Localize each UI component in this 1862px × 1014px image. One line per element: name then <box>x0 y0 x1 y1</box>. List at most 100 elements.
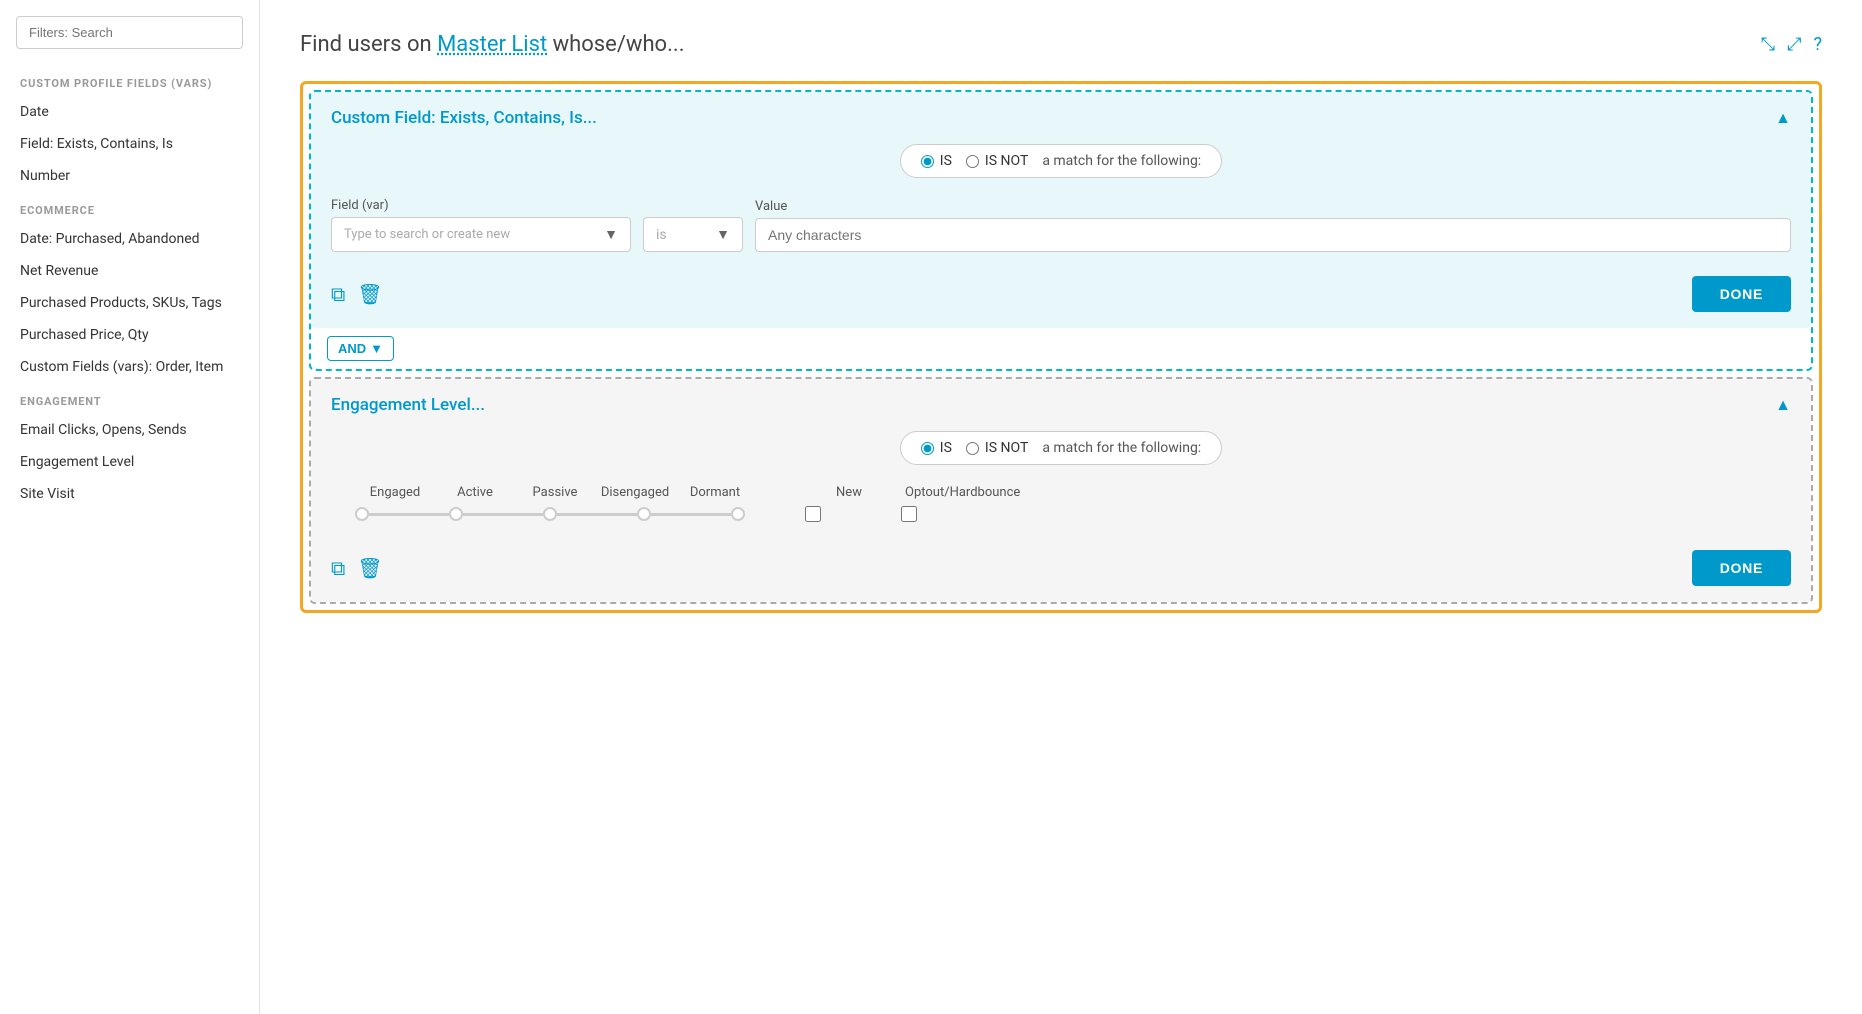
compress-icon[interactable]: ⤡ <box>1761 34 1775 55</box>
sidebar-item-number[interactable]: Number <box>0 160 259 192</box>
and-row: AND ▼ <box>311 328 1811 369</box>
is-not-radio-label[interactable]: IS NOT <box>966 153 1028 169</box>
sidebar: CUSTOM PROFILE FIELDS (VARS) Date Field:… <box>0 0 260 1014</box>
slider-dot-3[interactable] <box>637 507 651 521</box>
expand-icon[interactable]: ⤢ <box>1787 34 1801 55</box>
engagement-is-label: IS <box>940 440 952 456</box>
optout-label: Optout/Hardbounce <box>905 485 1015 500</box>
copy-icon[interactable]: ⧉ <box>331 282 345 306</box>
slider-segment-2 <box>557 513 637 516</box>
match-pill: IS IS NOT a match for the following: <box>900 144 1222 178</box>
sidebar-item-field-exists[interactable]: Field: Exists, Contains, Is <box>0 128 259 160</box>
custom-field-filter-card: Custom Field: Exists, Contains, Is... ▲ … <box>309 90 1813 371</box>
sidebar-item-net-revenue[interactable]: Net Revenue <box>0 255 259 287</box>
active-filter-wrapper: Custom Field: Exists, Contains, Is... ▲ … <box>300 81 1822 613</box>
sidebar-item-date-purchased[interactable]: Date: Purchased, Abandoned <box>0 223 259 255</box>
passive-label: Passive <box>515 485 595 500</box>
slider-track <box>355 507 745 521</box>
sidebar-item-purchased-price[interactable]: Purchased Price, Qty <box>0 319 259 351</box>
sidebar-section-ecommerce: ECOMMERCE <box>0 192 259 223</box>
custom-field-actions: ⧉ 🗑 DONE <box>331 268 1791 312</box>
is-not-label: IS NOT <box>985 153 1028 169</box>
and-button[interactable]: AND ▼ <box>327 336 394 361</box>
field-var-select[interactable]: Type to search or create new ▼ <box>331 217 631 252</box>
operator-group: is ▼ <box>643 199 743 252</box>
sidebar-item-engagement-level[interactable]: Engagement Level <box>0 446 259 478</box>
title-suffix: whose/who... <box>547 32 684 57</box>
engaged-label: Engaged <box>355 485 435 500</box>
engagement-card-inner: Engagement Level... ▲ IS <box>311 379 1811 602</box>
active-label: Active <box>435 485 515 500</box>
slider-dot-2[interactable] <box>543 507 557 521</box>
engagement-match-row: IS IS NOT a match for the following: <box>331 431 1791 465</box>
new-checkbox[interactable] <box>805 506 821 522</box>
sidebar-item-site-visit[interactable]: Site Visit <box>0 478 259 510</box>
sidebar-item-email-clicks[interactable]: Email Clicks, Opens, Sends <box>0 414 259 446</box>
active-text: Active <box>457 485 493 500</box>
engagement-is-radio[interactable] <box>921 442 934 455</box>
new-label: New <box>815 485 875 500</box>
field-row: Field (var) Type to search or create new… <box>331 198 1791 252</box>
engagement-match-pill: IS IS NOT a match for the following: <box>900 431 1222 465</box>
sidebar-search-input[interactable] <box>16 16 243 49</box>
dormant-label: Dormant <box>675 485 755 500</box>
engagement-is-not-label: IS NOT <box>985 440 1028 456</box>
slider-segment-3 <box>651 513 731 516</box>
list-name-link[interactable]: Master List <box>437 32 547 57</box>
custom-field-card-header[interactable]: Custom Field: Exists, Contains, Is... ▲ <box>311 92 1811 144</box>
slider-dot-0[interactable] <box>355 507 369 521</box>
is-radio[interactable] <box>921 155 934 168</box>
help-icon[interactable]: ? <box>1813 34 1822 55</box>
engagement-is-radio-label[interactable]: IS <box>921 440 952 456</box>
field-var-arrow-icon: ▼ <box>604 226 618 243</box>
disengaged-label: Disengaged <box>595 485 675 500</box>
sidebar-item-date[interactable]: Date <box>0 96 259 128</box>
slider-segment-0 <box>369 513 449 516</box>
sidebar-search-wrap <box>0 16 259 65</box>
page-title: Find users on Master List whose/who... <box>300 32 685 57</box>
value-group: Value <box>755 199 1791 252</box>
engagement-labels-row: Engaged Active Passive Disengaged Dorman… <box>351 485 1771 500</box>
custom-field-done-button[interactable]: DONE <box>1692 276 1791 312</box>
header-icons: ⤡ ⤢ ? <box>1761 34 1822 55</box>
slider-segment-1 <box>463 513 543 516</box>
operator-select[interactable]: is ▼ <box>643 217 743 252</box>
action-icons: ⧉ 🗑 <box>331 282 383 306</box>
engagement-filter-card: Engagement Level... ▲ IS <box>309 377 1813 604</box>
match-text: a match for the following: <box>1042 153 1201 169</box>
engagement-slider-area: Engaged Active Passive Disengaged Dorman… <box>331 485 1791 542</box>
engagement-card-body: IS IS NOT a match for the following: <box>311 431 1811 602</box>
engagement-is-not-radio[interactable] <box>966 442 979 455</box>
sidebar-section-engagement: ENGAGEMENT <box>0 383 259 414</box>
sidebar-item-custom-fields-order[interactable]: Custom Fields (vars): Order, Item <box>0 351 259 383</box>
engagement-delete-icon[interactable]: 🗑 <box>357 556 382 580</box>
is-label: IS <box>940 153 952 169</box>
is-not-radio[interactable] <box>966 155 979 168</box>
main-content: Find users on Master List whose/who... ⤡… <box>260 0 1862 1014</box>
custom-field-card-title: Custom Field: Exists, Contains, Is... <box>331 108 597 128</box>
optout-checkbox[interactable] <box>901 506 917 522</box>
engagement-is-not-radio-label[interactable]: IS NOT <box>966 440 1028 456</box>
sidebar-section-custom-vars: CUSTOM PROFILE FIELDS (VARS) <box>0 65 259 96</box>
value-label: Value <box>755 199 1791 214</box>
engagement-card-title: Engagement Level... <box>331 395 485 415</box>
engagement-chevron-icon: ▲ <box>1775 395 1791 415</box>
operator-arrow-icon: ▼ <box>716 226 730 243</box>
is-radio-label[interactable]: IS <box>921 153 952 169</box>
slider-track-row <box>351 506 1771 522</box>
field-var-placeholder: Type to search or create new <box>344 227 510 242</box>
engagement-done-button[interactable]: DONE <box>1692 550 1791 586</box>
and-chevron-icon: ▼ <box>370 341 383 356</box>
slider-dot-1[interactable] <box>449 507 463 521</box>
engagement-actions: ⧉ 🗑 DONE <box>331 542 1791 586</box>
value-input[interactable] <box>755 218 1791 252</box>
engagement-card-header[interactable]: Engagement Level... ▲ <box>311 379 1811 431</box>
title-prefix: Find users on <box>300 32 437 57</box>
sidebar-item-purchased-products[interactable]: Purchased Products, SKUs, Tags <box>0 287 259 319</box>
field-var-label: Field (var) <box>331 198 631 213</box>
engagement-copy-icon[interactable]: ⧉ <box>331 556 345 580</box>
delete-icon[interactable]: 🗑 <box>357 282 382 306</box>
engagement-match-text: a match for the following: <box>1042 440 1201 456</box>
match-row: IS IS NOT a match for the following: <box>331 144 1791 178</box>
slider-dot-4[interactable] <box>731 507 745 521</box>
